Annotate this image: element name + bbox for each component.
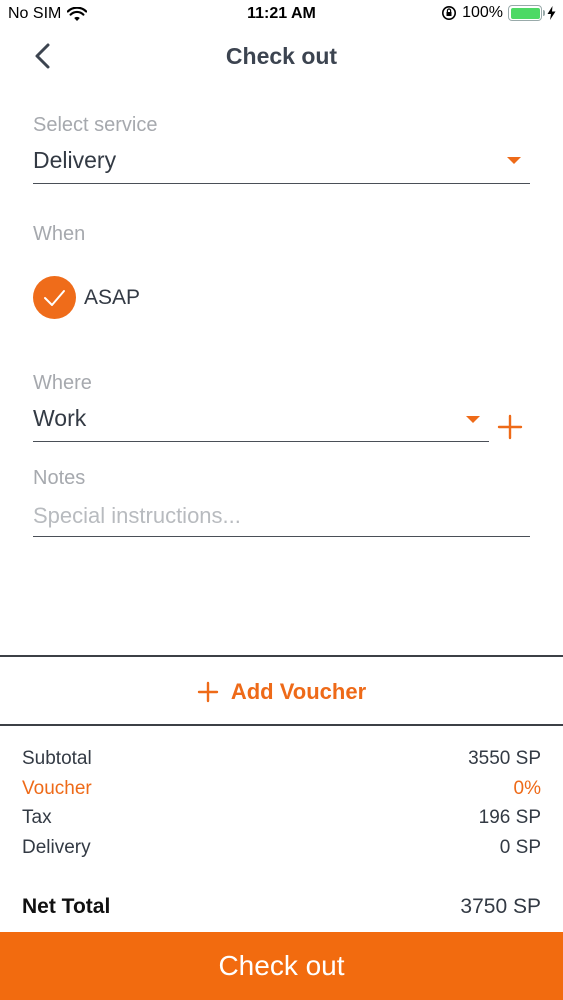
where-underline: [33, 441, 489, 442]
check-icon: [44, 290, 65, 306]
add-voucher-button[interactable]: Add Voucher: [0, 663, 563, 721]
divider-top: [0, 655, 563, 657]
tax-value: 196 SP: [478, 807, 541, 828]
battery-percent: 100%: [462, 4, 503, 21]
subtotal-row: Subtotal 3550 SP: [22, 748, 541, 770]
checkout-button[interactable]: Check out: [0, 932, 563, 1000]
nav-bar: Check out: [0, 30, 563, 84]
rotation-lock-icon: [442, 6, 457, 20]
voucher-value: 0%: [513, 778, 541, 799]
where-select[interactable]: Work: [33, 405, 86, 432]
where-label: Where: [33, 372, 92, 394]
subtotal-label: Subtotal: [22, 748, 92, 769]
service-underline: [33, 183, 530, 184]
page-title: Check out: [225, 43, 338, 69]
status-bar: No SIM 11:21 AM 100%: [0, 0, 563, 30]
plus-icon: [497, 414, 523, 440]
add-voucher-label: Add Voucher: [230, 679, 367, 704]
notes-underline: [33, 536, 530, 537]
add-address-button[interactable]: [496, 413, 524, 441]
caret-down-icon[interactable]: [466, 416, 480, 423]
divider-bottom: [0, 724, 563, 726]
net-total-label: Net Total: [22, 895, 111, 918]
delivery-row: Delivery 0 SP: [22, 837, 541, 859]
charging-bolt-icon: [547, 6, 556, 20]
service-select[interactable]: Delivery: [33, 147, 116, 174]
service-label: Select service: [33, 114, 158, 136]
status-right: 100%: [441, 4, 556, 22]
tax-label: Tax: [22, 807, 52, 828]
plus-icon: [197, 681, 219, 703]
when-label: When: [33, 223, 86, 245]
voucher-label: Voucher: [22, 778, 92, 799]
notes-label: Notes: [33, 467, 86, 489]
delivery-value: 0 SP: [499, 837, 541, 858]
asap-checkbox[interactable]: [33, 276, 76, 319]
caret-down-icon[interactable]: [507, 157, 521, 164]
notes-input[interactable]: [33, 500, 530, 532]
battery-icon: [508, 5, 545, 21]
net-total-row: Net Total 3750 SP: [22, 895, 541, 919]
tax-row: Tax 196 SP: [22, 807, 541, 829]
asap-label[interactable]: ASAP: [84, 286, 140, 310]
net-total-value: 3750 SP: [460, 895, 541, 918]
subtotal-value: 3550 SP: [468, 748, 541, 769]
delivery-label: Delivery: [22, 837, 91, 858]
voucher-row: Voucher 0%: [22, 778, 541, 800]
